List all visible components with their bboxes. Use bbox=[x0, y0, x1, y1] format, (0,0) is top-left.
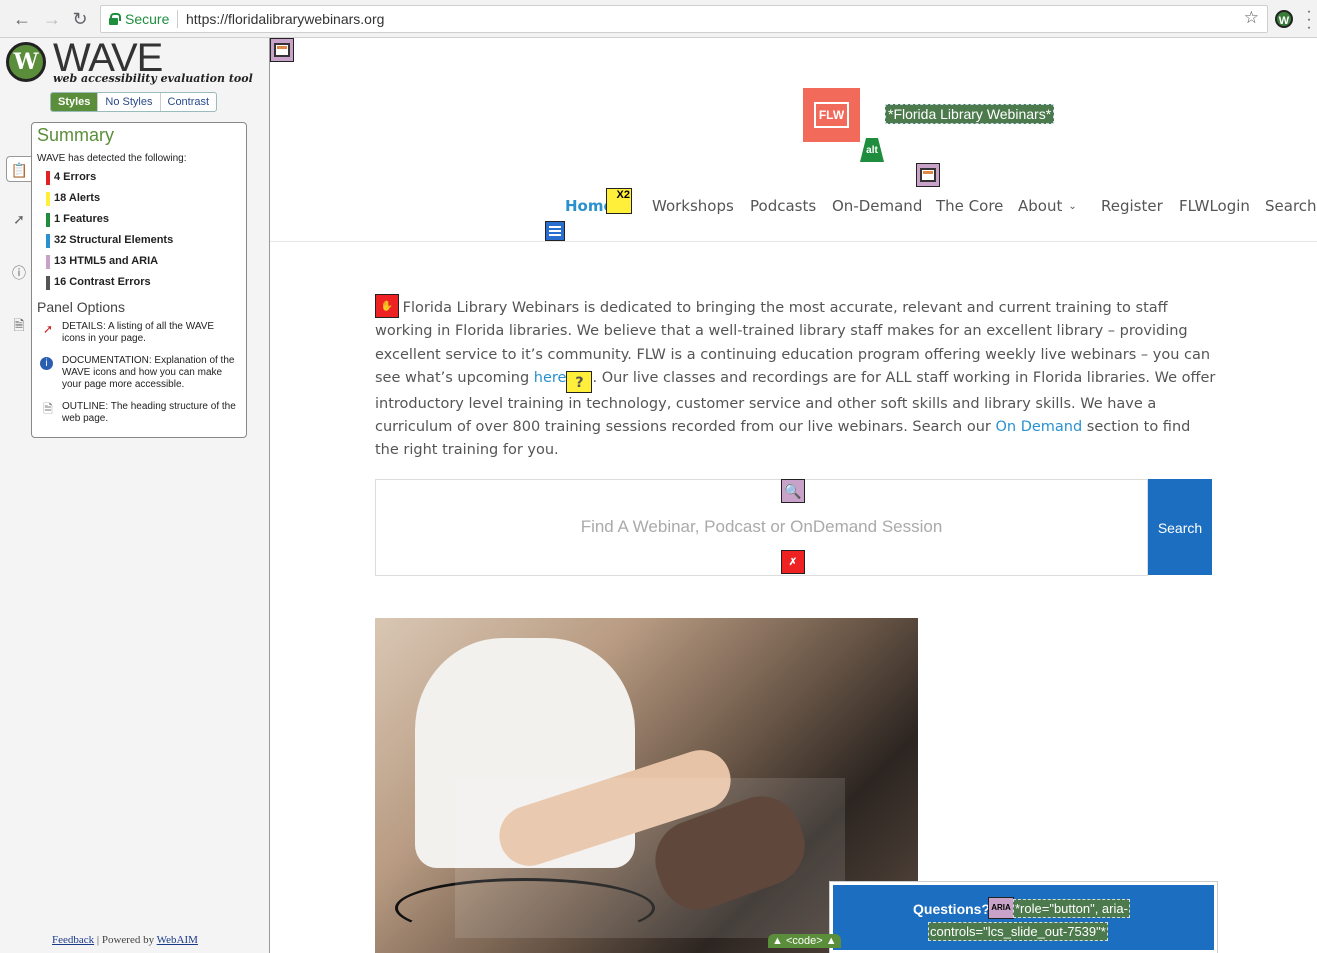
info-icon[interactable]: ⓘ bbox=[6, 260, 32, 286]
nav-on-demand[interactable]: On-Demand bbox=[832, 197, 922, 215]
nav-flwlogin[interactable]: FLWLogin bbox=[1179, 197, 1250, 215]
clipboard-icon[interactable]: 📋 bbox=[6, 156, 32, 182]
aria-count[interactable]: 13 HTML5 and ARIA bbox=[46, 255, 236, 276]
alerts-count[interactable]: 18 Alerts bbox=[46, 192, 236, 213]
questions-widget[interactable]: Questions? ARIA *role="button", aria- co… bbox=[830, 882, 1217, 953]
info-icon: i bbox=[40, 357, 53, 370]
back-icon[interactable]: ← bbox=[12, 9, 32, 29]
nav-about[interactable]: About ⌄ bbox=[1018, 197, 1077, 215]
summary-panel: Summary WAVE has detected the following:… bbox=[31, 122, 247, 438]
redundant-link-icon[interactable]: X2 bbox=[606, 188, 632, 214]
structural-color-bar bbox=[46, 234, 50, 248]
search-input[interactable]: Find A Webinar, Podcast or OnDemand Sess… bbox=[375, 479, 1148, 576]
contrast-count[interactable]: 16 Contrast Errors bbox=[46, 276, 236, 297]
error-color-bar bbox=[46, 171, 50, 185]
option-text: DETAILS: A listing of all the WAVE icons… bbox=[62, 321, 215, 344]
chevron-down-icon: ⌄ bbox=[1068, 201, 1077, 212]
more-vert-icon[interactable]: · · · bbox=[1305, 4, 1313, 36]
counts-list: 4 Errors 18 Alerts 1 Features 32 Structu… bbox=[46, 171, 236, 297]
suspicious-link-icon[interactable]: ? bbox=[566, 370, 593, 393]
detected-text: WAVE has detected the following: bbox=[37, 153, 187, 164]
wave-logo-icon: W bbox=[6, 42, 46, 82]
address-bar[interactable]: Secure https://floridalibrarywebinars.or… bbox=[100, 5, 1268, 33]
option-text: OUTLINE: The heading structure of the we… bbox=[62, 401, 236, 424]
contrast-button[interactable]: Contrast bbox=[159, 93, 217, 111]
no-styles-button[interactable]: No Styles bbox=[97, 93, 159, 111]
count-label: 32 Structural Elements bbox=[54, 234, 174, 246]
nav-workshops[interactable]: Workshops bbox=[652, 197, 734, 215]
panel-options-title: Panel Options bbox=[37, 299, 125, 315]
secure-label: Secure bbox=[125, 11, 170, 27]
count-label: 16 Contrast Errors bbox=[54, 276, 151, 288]
wave-extension-icon[interactable]: W bbox=[1275, 10, 1293, 28]
on-demand-link[interactable]: On Demand bbox=[996, 419, 1083, 435]
nav-register[interactable]: Register bbox=[1101, 197, 1163, 215]
star-icon[interactable]: ☆ bbox=[1244, 8, 1259, 28]
webaim-link[interactable]: WebAIM bbox=[157, 934, 198, 946]
header-divider bbox=[270, 241, 1317, 242]
nav-the-core[interactable]: The Core bbox=[936, 197, 1003, 215]
structural-count[interactable]: 32 Structural Elements bbox=[46, 234, 236, 255]
alert-color-bar bbox=[46, 192, 50, 206]
flag-icon[interactable]: ➚ bbox=[6, 206, 32, 232]
lock-icon bbox=[109, 13, 121, 25]
logo-text: FLW bbox=[813, 102, 850, 128]
divider bbox=[177, 10, 178, 28]
count-label: 18 Alerts bbox=[54, 192, 101, 204]
documentation-option[interactable]: i DOCUMENTATION: Explanation of the WAVE… bbox=[40, 355, 240, 391]
features-count[interactable]: 1 Features bbox=[46, 213, 236, 234]
browser-window: { "browser": { "secure_label": "Secure",… bbox=[0, 0, 1317, 953]
here-link[interactable]: here bbox=[534, 370, 567, 386]
aria-icon[interactable]: ARIA bbox=[988, 897, 1014, 919]
web-page: FLW *Florida Library Webinars* alt Home … bbox=[270, 38, 1317, 953]
contrast-color-bar bbox=[46, 276, 50, 290]
code-toggle-tab[interactable]: ▲ <code> ▲ bbox=[768, 934, 841, 948]
site-title-label: *Florida Library Webinars* bbox=[885, 104, 1055, 124]
nav-podcasts[interactable]: Podcasts bbox=[750, 197, 816, 215]
search-icon[interactable]: 🔍 bbox=[781, 479, 805, 503]
questions-label: Questions? bbox=[913, 901, 991, 917]
flag-icon: ➚ bbox=[42, 322, 54, 336]
count-label: 4 Errors bbox=[54, 171, 97, 183]
search-placeholder: Find A Webinar, Podcast or OnDemand Sess… bbox=[580, 517, 943, 536]
details-option[interactable]: ➚ DETAILS: A listing of all the WAVE ico… bbox=[40, 321, 240, 345]
aria-code-line-1: *role="button", aria- bbox=[1013, 899, 1130, 918]
nav-search[interactable]: Search bbox=[1265, 197, 1317, 215]
errors-count[interactable]: 4 Errors bbox=[46, 171, 236, 192]
nav-about-label: About bbox=[1018, 197, 1063, 215]
styles-toggle: Styles No Styles Contrast bbox=[50, 92, 218, 112]
feature-color-bar bbox=[46, 213, 50, 227]
wave-sidebar: W WAVE web accessibility evaluation tool… bbox=[0, 38, 270, 953]
aria-color-bar bbox=[46, 255, 50, 269]
outline-option[interactable]: 🗎 OUTLINE: The heading structure of the … bbox=[40, 401, 240, 425]
missing-label-error-icon[interactable]: ✗ bbox=[781, 550, 805, 574]
search-button[interactable]: Search bbox=[1148, 479, 1212, 575]
browser-toolbar: ← → ↻ Secure https://floridalibrarywebin… bbox=[0, 0, 1317, 38]
document-icon[interactable]: 🗎 bbox=[6, 312, 32, 338]
intro-paragraph: Florida Library Webinars is dedicated to… bbox=[375, 297, 1217, 463]
wave-subtitle: web accessibility evaluation tool bbox=[53, 72, 253, 85]
footer-credits: Feedback | Powered by WebAIM bbox=[52, 934, 198, 946]
url-text[interactable]: https://floridalibrarywebinars.org bbox=[186, 11, 384, 27]
structure-icon[interactable] bbox=[916, 163, 940, 187]
feedback-link[interactable]: Feedback bbox=[52, 934, 94, 946]
reload-icon[interactable]: ↻ bbox=[70, 9, 90, 29]
structure-icon[interactable] bbox=[270, 38, 294, 62]
summary-title: Summary bbox=[37, 125, 115, 145]
alt-text-icon[interactable]: alt bbox=[860, 138, 884, 162]
forward-icon[interactable]: → bbox=[42, 9, 62, 29]
styles-button[interactable]: Styles bbox=[51, 93, 98, 111]
list-icon[interactable] bbox=[545, 221, 565, 241]
document-icon: 🗎 bbox=[43, 402, 53, 416]
count-label: 1 Features bbox=[54, 213, 110, 225]
count-label: 13 HTML5 and ARIA bbox=[54, 255, 159, 267]
powered-by-text: | Powered by bbox=[96, 934, 155, 946]
option-text: DOCUMENTATION: Explanation of the WAVE i… bbox=[62, 355, 235, 390]
aria-code-line-2: controls="lcs_slide_out-7539"* bbox=[928, 922, 1108, 941]
flw-logo[interactable]: FLW bbox=[803, 88, 860, 142]
